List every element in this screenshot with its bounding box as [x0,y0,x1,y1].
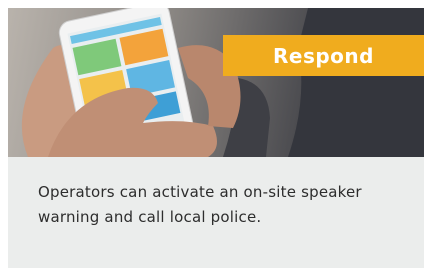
description-text: Operators can activate an on-site speake… [38,183,362,226]
respond-badge: Respond [223,35,424,76]
hero-photo: Respond [8,8,424,157]
respond-card: Respond Operators can activate an on-sit… [8,8,424,268]
